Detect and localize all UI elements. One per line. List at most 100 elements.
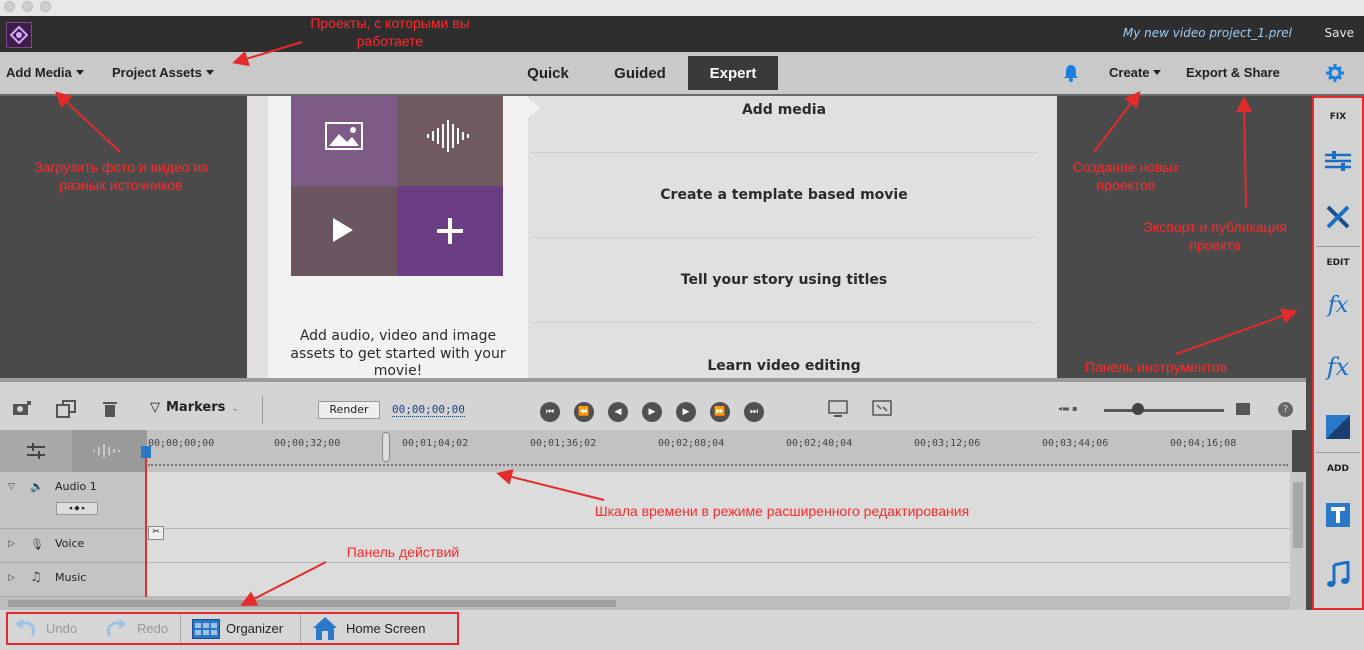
expand-triangle-icon[interactable]: ▷ — [8, 573, 15, 583]
image-icon — [325, 122, 363, 150]
save-button[interactable]: Save — [1325, 26, 1354, 40]
create-menu[interactable]: Create — [1109, 65, 1162, 80]
fullscreen-icon[interactable] — [872, 400, 892, 422]
timeline-ruler[interactable]: 00;00;00;00 00;00;32;00 00;01;04;02 00;0… — [0, 430, 1292, 472]
track-header-audio-1: ▽ 🔈 Audio 1 ◂ ◆ ▸ — [0, 472, 147, 529]
project-name: My new video project_1.prel — [1122, 26, 1292, 40]
fx-icon[interactable]: fx — [1323, 352, 1353, 382]
window-chrome — [0, 0, 1364, 16]
fast-forward-icon[interactable]: ⏩ — [710, 402, 730, 422]
go-to-start-icon[interactable]: ⏮ — [540, 402, 560, 422]
timecode-display[interactable]: 00;00;00;00 — [392, 403, 465, 417]
help-icon[interactable]: ? — [1278, 402, 1293, 417]
waveform-icon[interactable] — [92, 442, 122, 460]
zoom-slider-handle[interactable] — [1132, 403, 1144, 415]
track-settings-icon[interactable] — [26, 442, 46, 464]
render-button[interactable]: Render — [318, 401, 380, 419]
add-tile[interactable] — [397, 186, 503, 276]
track-name: Music — [55, 571, 87, 584]
voice-track[interactable] — [0, 529, 1290, 563]
edit-section-label: EDIT — [1326, 258, 1350, 268]
annotation-create: Создание новых проектов — [1072, 159, 1180, 194]
playhead[interactable] — [145, 446, 147, 598]
annotation-toolbar: Панель инструментов — [1084, 359, 1228, 375]
music-note-icon[interactable] — [1323, 560, 1353, 590]
horizontal-scrollbar[interactable] — [0, 597, 1290, 610]
speaker-icon[interactable]: 🔈 — [30, 480, 44, 493]
expand-triangle-icon[interactable]: ▷ — [8, 539, 15, 549]
scrollbar-thumb[interactable] — [8, 600, 616, 607]
work-area-handle[interactable] — [382, 432, 390, 462]
annotation-load: Загрузить фото и видео из разных источни… — [34, 159, 208, 194]
camera-icon[interactable] — [12, 400, 32, 420]
adjust-sliders-icon[interactable] — [1323, 146, 1353, 176]
markers-menu[interactable]: ▽ Markers ⌄ — [150, 400, 239, 415]
music-track[interactable] — [0, 563, 1290, 597]
option-add-media[interactable]: Add media — [531, 68, 1037, 153]
chevron-down-icon — [75, 70, 84, 75]
vertical-scrollbar[interactable] — [1290, 472, 1306, 610]
add-media-menu[interactable]: Add Media — [6, 65, 84, 80]
zoom-out-icon[interactable]: ◂▬ ▪ — [1058, 404, 1078, 413]
close-window-button[interactable] — [4, 1, 15, 12]
playhead-handle[interactable] — [141, 446, 151, 458]
chevron-down-icon: ⌄ — [231, 404, 239, 414]
chevron-down-icon — [1153, 70, 1162, 75]
music-note-icon[interactable]: ♫ — [30, 570, 42, 585]
option-template-movie[interactable]: Create a template based movie — [531, 153, 1037, 238]
timeline-toolbar: ▽ Markers ⌄ Render 00;00;00;00 ⏮ ⏪ ◀ ▶ ▶ ⏩… — [0, 378, 1306, 430]
gear-icon[interactable] — [1326, 64, 1344, 86]
microphone-icon[interactable]: 🎙 — [30, 538, 44, 551]
go-to-end-icon[interactable]: ⏭ — [744, 402, 764, 422]
plus-icon — [437, 218, 463, 244]
annotation-export: Экспорт и публикация проекта — [1143, 219, 1287, 254]
assets-hint-text: Add audio, video and image assets to get… — [290, 328, 506, 379]
option-titles[interactable]: Tell your story using titles — [531, 238, 1037, 323]
transitions-icon[interactable] — [1323, 412, 1353, 442]
ruler-tick: 00;03;12;06 — [914, 438, 981, 449]
track-name: Audio 1 — [55, 480, 97, 493]
add-section-label: ADD — [1327, 464, 1349, 474]
action-bar-highlight — [6, 612, 459, 645]
ruler-tick: 00;01;36;02 — [530, 438, 597, 449]
separator — [262, 396, 263, 424]
zoom-slider[interactable] — [1104, 409, 1224, 412]
scissors-icon[interactable]: ✂ — [148, 526, 164, 540]
copy-icon[interactable] — [56, 400, 76, 422]
minimize-window-button[interactable] — [22, 1, 33, 12]
ruler-tick: 00;01;04;02 — [402, 438, 469, 449]
video-tile[interactable] — [291, 186, 397, 276]
scrollbar-thumb[interactable] — [1293, 482, 1303, 548]
keyframe-controls[interactable]: ◂ ◆ ▸ — [56, 502, 98, 515]
rewind-icon[interactable]: ⏪ — [574, 402, 594, 422]
ruler-ticks-line — [148, 464, 1288, 466]
audio-1-track[interactable] — [0, 472, 1290, 529]
export-share-menu[interactable]: Export & Share — [1186, 65, 1280, 80]
trash-icon[interactable] — [102, 400, 118, 422]
annotation-actions: Панель действий — [346, 544, 460, 560]
title-text-icon[interactable] — [1323, 500, 1353, 530]
play-button-icon[interactable]: ▶ — [642, 402, 662, 422]
ruler-tick: 00;02;40;04 — [786, 438, 853, 449]
project-assets-menu[interactable]: Project Assets — [112, 65, 214, 80]
tools-wrench-icon[interactable] — [1323, 202, 1353, 232]
expand-triangle-icon[interactable]: ▽ — [8, 482, 15, 492]
zoom-window-button[interactable] — [40, 1, 51, 12]
audio-wave-icon — [427, 120, 469, 152]
play-icon — [333, 218, 353, 242]
ruler-tick: 00;02;08;04 — [658, 438, 725, 449]
annotation-projects: Проекты, с которыми вы работаете — [310, 15, 470, 50]
step-forward-icon[interactable]: ▶ — [676, 402, 696, 422]
notification-bell-icon[interactable] — [1063, 64, 1079, 86]
chevron-down-icon — [205, 70, 214, 75]
ruler-tick: 00;00;00;00 — [148, 438, 215, 449]
separator — [1316, 452, 1360, 453]
create-label: Create — [1109, 65, 1150, 80]
ruler-tick: 00;03;44;06 — [1042, 438, 1109, 449]
audio-tile[interactable] — [397, 96, 503, 186]
monitor-icon[interactable] — [828, 400, 848, 422]
fx-edit-icon[interactable]: fx — [1323, 290, 1353, 320]
image-tile[interactable] — [291, 96, 397, 186]
zoom-in-icon[interactable] — [1236, 403, 1250, 415]
step-back-icon[interactable]: ◀ — [608, 402, 628, 422]
